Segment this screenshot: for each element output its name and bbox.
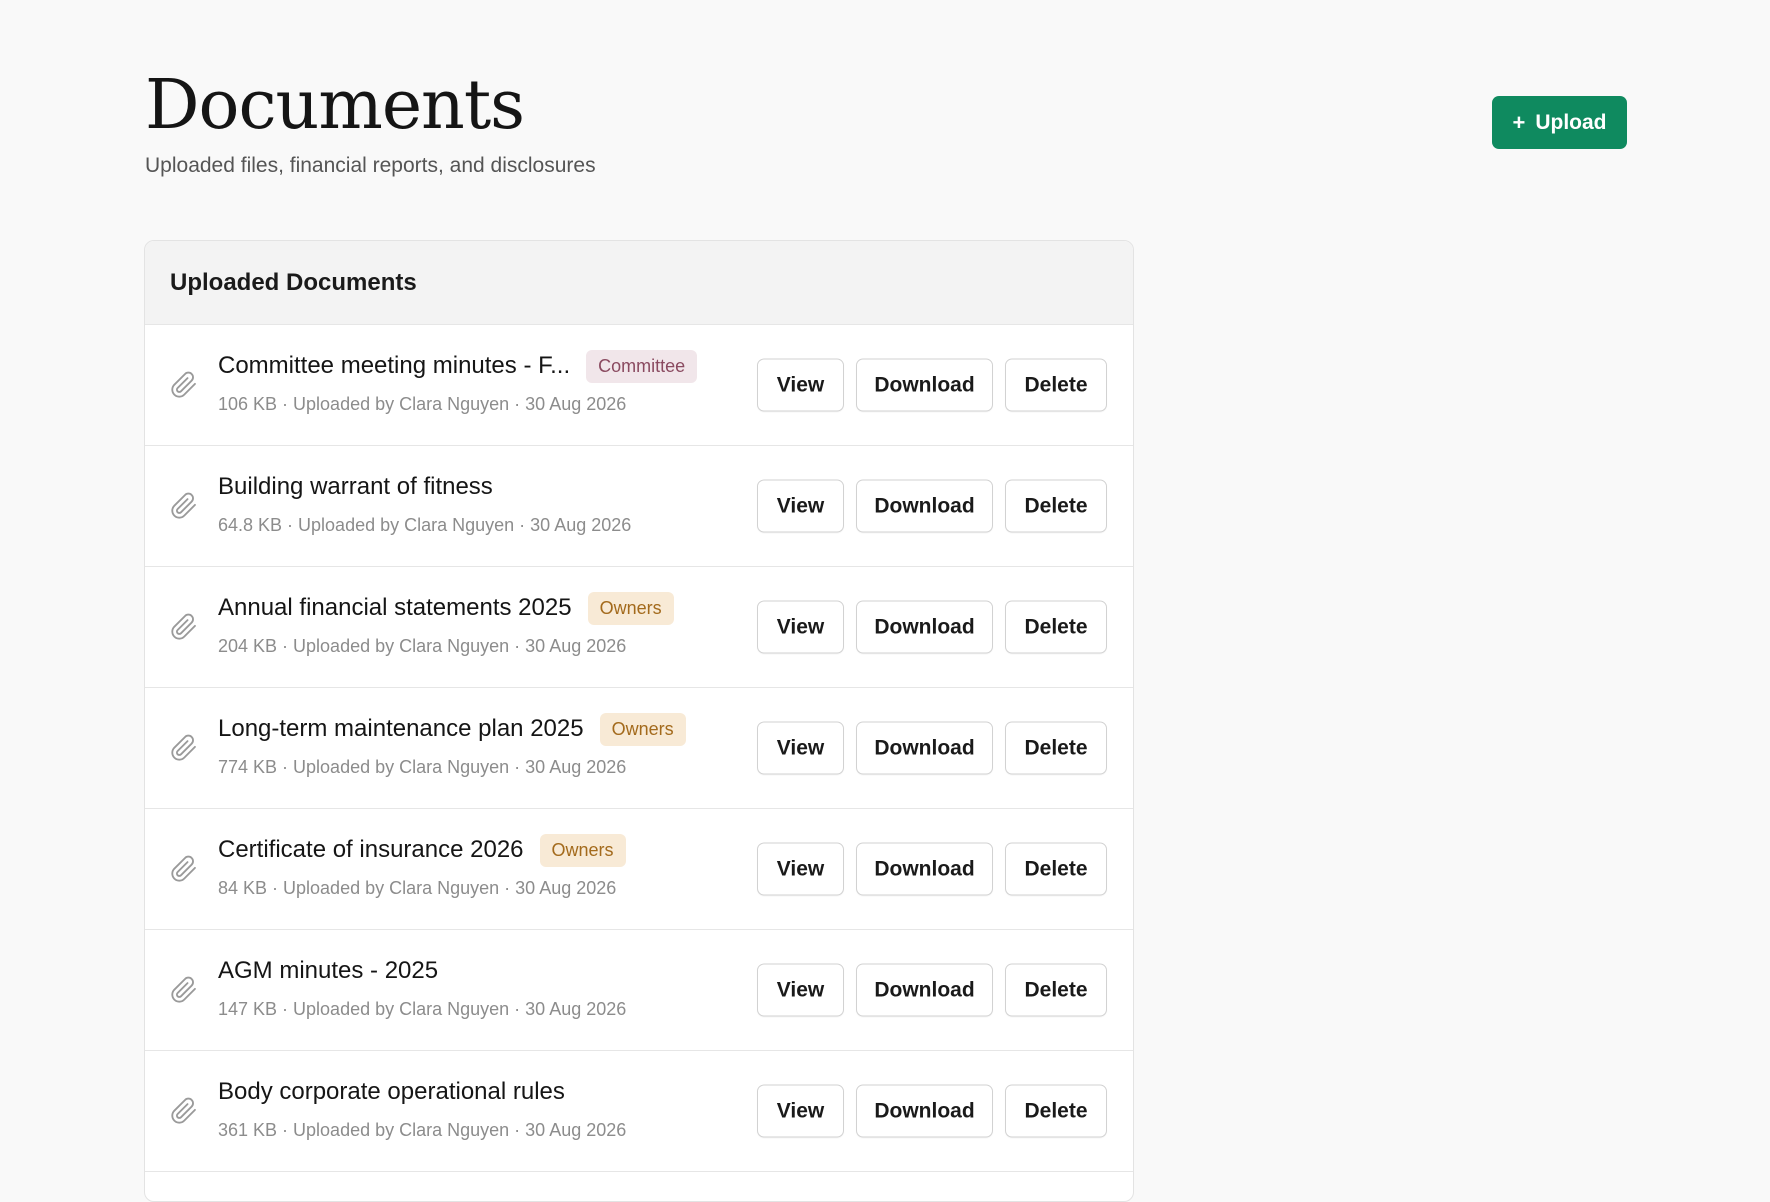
delete-button[interactable]: Delete (1005, 479, 1107, 533)
document-title[interactable]: Committee meeting minutes - F... (218, 352, 570, 380)
document-info: Committee meeting minutes - F... Committ… (218, 348, 763, 415)
download-button[interactable]: Download (856, 600, 993, 654)
document-title[interactable]: Annual financial statements 2025 (218, 594, 572, 622)
row-actions: View Download Delete (757, 842, 1107, 896)
row-actions: View Download Delete (757, 600, 1107, 654)
delete-button[interactable]: Delete (1005, 963, 1107, 1017)
paperclip-icon (170, 855, 198, 883)
download-button[interactable]: Download (856, 842, 993, 896)
document-info: Certificate of insurance 2026 Owners 84 … (218, 832, 763, 899)
card-title: Uploaded Documents (170, 268, 417, 296)
visibility-badge: Owners (539, 833, 626, 867)
document-title[interactable]: Building warrant of fitness (218, 473, 493, 501)
row-actions: View Download Delete (757, 479, 1107, 533)
paperclip-icon (170, 371, 198, 399)
paperclip-icon (170, 734, 198, 762)
document-title[interactable]: Body corporate operational rules (218, 1078, 565, 1106)
paperclip-icon (170, 1097, 198, 1125)
row-actions: View Download Delete (757, 1084, 1107, 1138)
view-button[interactable]: View (757, 963, 844, 1017)
view-button[interactable]: View (757, 721, 844, 775)
row-actions: View Download Delete (757, 721, 1107, 775)
upload-button[interactable]: + Upload (1492, 96, 1627, 149)
page-header: Documents Uploaded files, financial repo… (145, 68, 596, 178)
visibility-badge: Owners (599, 712, 686, 746)
delete-button[interactable]: Delete (1005, 842, 1107, 896)
document-meta: 106 KB · Uploaded by Clara Nguyen · 30 A… (218, 394, 627, 414)
row-actions: View Download Delete (757, 963, 1107, 1017)
paperclip-icon (170, 492, 198, 520)
row-actions: View Download Delete (757, 358, 1107, 412)
document-title[interactable]: Certificate of insurance 2026 (218, 836, 524, 864)
paperclip-icon (170, 976, 198, 1004)
document-row: Building warrant of fitness 64.8 KB · Up… (145, 446, 1133, 567)
view-button[interactable]: View (757, 358, 844, 412)
document-row: Annual financial statements 2025 Owners … (145, 567, 1133, 688)
visibility-badge: Committee (586, 349, 698, 383)
delete-button[interactable]: Delete (1005, 1084, 1107, 1138)
document-info: AGM minutes - 2025 147 KB · Uploaded by … (218, 953, 763, 1020)
view-button[interactable]: View (757, 842, 844, 896)
delete-button[interactable]: Delete (1005, 600, 1107, 654)
plus-icon: + (1512, 109, 1526, 135)
view-button[interactable]: View (757, 1084, 844, 1138)
download-button[interactable]: Download (856, 358, 993, 412)
download-button[interactable]: Download (856, 721, 993, 775)
document-info: Building warrant of fitness 64.8 KB · Up… (218, 469, 763, 536)
document-meta: 361 KB · Uploaded by Clara Nguyen · 30 A… (218, 1120, 627, 1140)
document-meta: 774 KB · Uploaded by Clara Nguyen · 30 A… (218, 757, 627, 777)
page-title: Documents (145, 66, 525, 145)
document-meta: 64.8 KB · Uploaded by Clara Nguyen · 30 … (218, 515, 632, 535)
view-button[interactable]: View (757, 600, 844, 654)
document-row: Long-term maintenance plan 2025 Owners 7… (145, 688, 1133, 809)
document-meta: 147 KB · Uploaded by Clara Nguyen · 30 A… (218, 999, 627, 1019)
download-button[interactable]: Download (856, 479, 993, 533)
document-meta: 204 KB · Uploaded by Clara Nguyen · 30 A… (218, 636, 627, 656)
view-button[interactable]: View (757, 479, 844, 533)
document-info: Body corporate operational rules 361 KB … (218, 1074, 763, 1141)
visibility-badge: Owners (587, 591, 674, 625)
document-row: Body corporate operational rules 361 KB … (145, 1051, 1133, 1172)
document-info: Annual financial statements 2025 Owners … (218, 590, 763, 657)
download-button[interactable]: Download (856, 963, 993, 1017)
upload-button-label: Upload (1535, 110, 1607, 134)
document-meta: 84 KB · Uploaded by Clara Nguyen · 30 Au… (218, 878, 617, 898)
documents-card: Uploaded Documents Committee meeting min… (144, 240, 1134, 1202)
document-row: AGM minutes - 2025 147 KB · Uploaded by … (145, 930, 1133, 1051)
card-header: Uploaded Documents (145, 241, 1133, 325)
document-row: Certificate of insurance 2026 Owners 84 … (145, 809, 1133, 930)
delete-button[interactable]: Delete (1005, 721, 1107, 775)
document-info: Long-term maintenance plan 2025 Owners 7… (218, 711, 763, 778)
document-title[interactable]: Long-term maintenance plan 2025 (218, 715, 584, 743)
delete-button[interactable]: Delete (1005, 358, 1107, 412)
page-subtitle: Uploaded files, financial reports, and d… (145, 154, 596, 177)
document-title[interactable]: AGM minutes - 2025 (218, 957, 438, 985)
paperclip-icon (170, 613, 198, 641)
document-row: Committee meeting minutes - F... Committ… (145, 325, 1133, 446)
download-button[interactable]: Download (856, 1084, 993, 1138)
